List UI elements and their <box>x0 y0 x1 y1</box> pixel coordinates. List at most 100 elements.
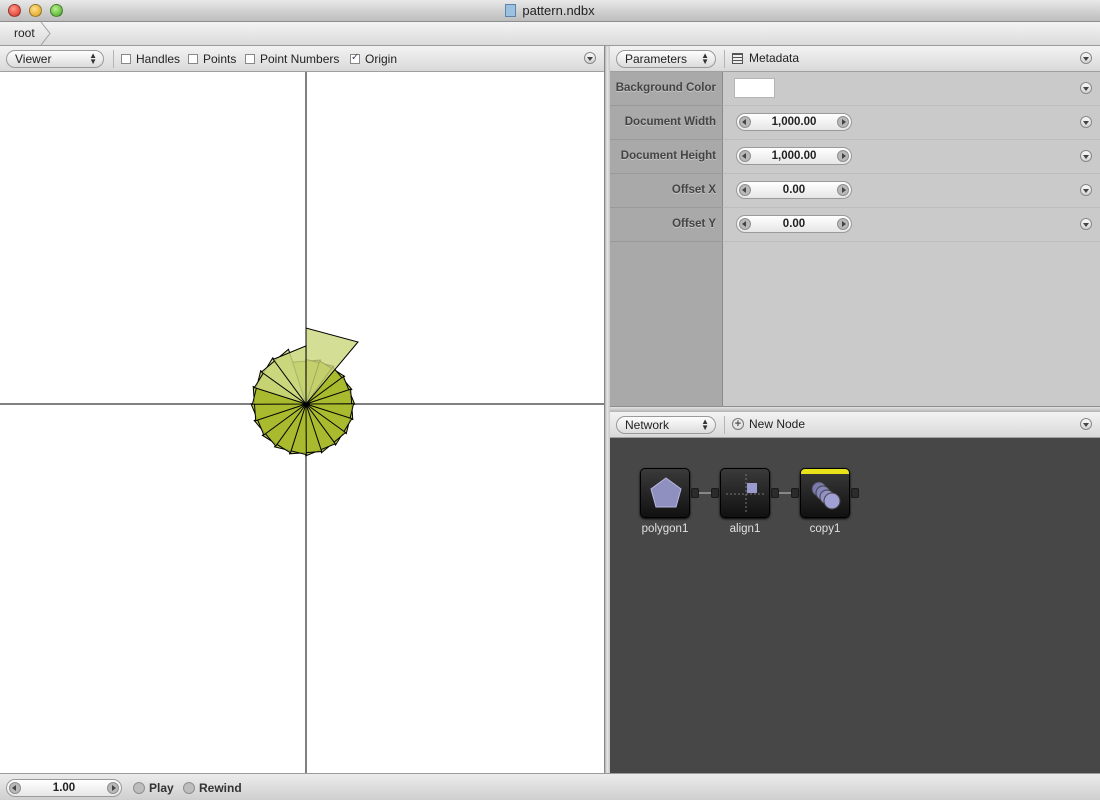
decrement-arrow-icon[interactable] <box>739 218 751 230</box>
parameters-header: Parameters ▲ ▼ Metadata <box>610 46 1100 72</box>
origin-checkbox[interactable]: Origin <box>350 52 398 67</box>
node-polygon1[interactable] <box>640 468 690 518</box>
increment-arrow-icon[interactable] <box>837 150 849 162</box>
node-output-port[interactable] <box>851 488 859 498</box>
checkbox-box <box>188 54 198 64</box>
viewer-canvas[interactable] <box>0 72 604 773</box>
parameter-menu-icon[interactable] <box>1080 82 1092 94</box>
checkbox-label: Handles <box>136 52 181 66</box>
handles-checkbox[interactable]: Handles <box>121 53 180 67</box>
network-options-menu-icon[interactable] <box>1080 418 1092 430</box>
metadata-label: Metadata <box>749 51 800 65</box>
checkbox-box-checked <box>350 52 360 64</box>
node-input-port[interactable] <box>711 488 719 498</box>
metadata-button[interactable]: Metadata <box>732 52 799 66</box>
checkbox-label: Points <box>203 52 237 66</box>
parameter-label: Offset Y <box>672 218 716 230</box>
rewind-label: Rewind <box>199 781 242 795</box>
divider <box>113 50 114 68</box>
parameter-menu-icon[interactable] <box>1080 184 1092 196</box>
parameters-mode-select[interactable]: Parameters ▲ ▼ <box>616 50 716 68</box>
increment-arrow-icon[interactable] <box>837 218 849 230</box>
parameters-panel: Background Color Document Width 1,000.00… <box>610 72 1100 406</box>
node-label-copy1: copy1 <box>809 523 841 535</box>
node-label-polygon1: polygon1 <box>641 523 689 535</box>
node-output-port[interactable] <box>771 488 779 498</box>
parameter-menu-icon[interactable] <box>1080 150 1092 162</box>
checkbox-label: Point Numbers <box>260 52 340 66</box>
align-icon <box>726 474 766 514</box>
breadcrumb: root <box>0 22 1100 46</box>
playback-bar: 1.00 Play Rewind <box>0 773 1100 800</box>
parameter-menu-icon[interactable] <box>1080 116 1092 128</box>
node-output-port[interactable] <box>691 488 699 498</box>
document-height-field[interactable]: 1,000.00 <box>736 147 852 165</box>
increment-arrow-icon[interactable] <box>107 782 119 794</box>
points-checkbox[interactable]: Points <box>188 53 236 67</box>
node-copy1[interactable] <box>800 468 850 518</box>
copy-icon <box>811 481 841 510</box>
checkbox-box <box>121 54 131 64</box>
parameter-label: Document Height <box>620 150 716 162</box>
play-icon <box>133 782 145 794</box>
network-mode-select[interactable]: Network ▲ ▼ <box>616 416 716 434</box>
metadata-icon <box>732 53 743 64</box>
point-numbers-checkbox[interactable]: Point Numbers <box>245 53 339 67</box>
checkbox-label: Origin <box>365 52 398 66</box>
pentagon-icon <box>650 477 682 508</box>
breadcrumb-separator-icon <box>40 22 51 45</box>
divider <box>724 416 725 434</box>
parameter-row-document-width: Document Width 1,000.00 <box>610 106 1100 140</box>
parameters-options-menu-icon[interactable] <box>1080 52 1092 64</box>
offset-x-field[interactable]: 0.00 <box>736 181 852 199</box>
rewind-button[interactable]: Rewind <box>183 779 242 797</box>
new-node-button[interactable]: + New Node <box>732 418 805 432</box>
parameter-row-document-height: Document Height 1,000.00 <box>610 140 1100 174</box>
parameter-label: Offset X <box>671 184 716 196</box>
viewer-drawing <box>0 72 604 773</box>
parameter-menu-icon[interactable] <box>1080 218 1092 230</box>
network-header: Network ▲ ▼ + New Node <box>610 412 1100 438</box>
frame-field[interactable]: 1.00 <box>6 779 122 797</box>
decrement-arrow-icon[interactable] <box>739 184 751 196</box>
node-label-align1: align1 <box>729 523 761 535</box>
parameter-row-offset-x: Offset X 0.00 <box>610 174 1100 208</box>
decrement-arrow-icon[interactable] <box>739 150 751 162</box>
select-arrows-icon: ▲ ▼ <box>701 417 709 432</box>
select-arrows-icon: ▲ ▼ <box>89 51 97 66</box>
frame-value: 1.00 <box>52 782 76 794</box>
parameter-row-background-color: Background Color <box>610 72 1100 106</box>
offset-y-field[interactable]: 0.00 <box>736 215 852 233</box>
document-width-field[interactable]: 1,000.00 <box>736 113 852 131</box>
viewer-mode-select[interactable]: Viewer ▲ ▼ <box>6 50 104 68</box>
node-align1[interactable] <box>720 468 770 518</box>
window-title-text: pattern.ndbx <box>522 3 595 18</box>
title-bar: pattern.ndbx <box>0 0 1100 22</box>
document-height-value: 1,000.00 <box>771 150 817 162</box>
offset-x-value: 0.00 <box>782 184 806 196</box>
parameters-mode-label: Parameters <box>625 52 688 66</box>
select-arrows-icon: ▲ ▼ <box>701 51 709 66</box>
decrement-arrow-icon[interactable] <box>9 782 21 794</box>
offset-y-value: 0.00 <box>782 218 806 230</box>
plus-icon: + <box>732 418 744 430</box>
pattern-shapes <box>250 327 359 457</box>
play-button[interactable]: Play <box>133 779 174 797</box>
parameter-label: Background Color <box>615 82 716 94</box>
document-icon <box>505 4 517 17</box>
document-width-value: 1,000.00 <box>771 116 817 128</box>
checkbox-box <box>245 54 255 64</box>
parameter-row-offset-y: Offset Y 0.00 <box>610 208 1100 242</box>
viewer-options-menu-icon[interactable] <box>584 52 596 64</box>
divider <box>724 50 725 68</box>
viewer-mode-label: Viewer <box>15 52 52 66</box>
background-color-well[interactable] <box>734 78 775 98</box>
parameter-label: Document Width <box>624 116 716 128</box>
increment-arrow-icon[interactable] <box>837 184 849 196</box>
increment-arrow-icon[interactable] <box>837 116 849 128</box>
window-title: pattern.ndbx <box>0 3 1100 18</box>
viewer-header: Viewer ▲▼ Handles Points Point Numbers O… <box>0 46 604 72</box>
node-input-port[interactable] <box>791 488 799 498</box>
network-editor[interactable]: polygon1 align1 copy1 <box>610 438 1100 773</box>
decrement-arrow-icon[interactable] <box>739 116 751 128</box>
